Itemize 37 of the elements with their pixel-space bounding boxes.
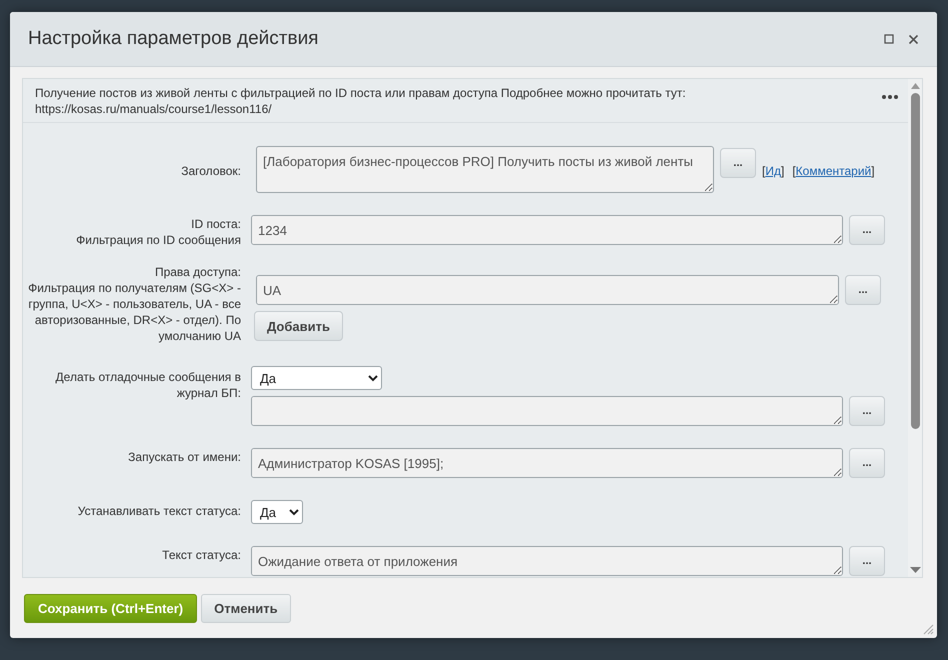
select-field[interactable]: Да	[251, 500, 303, 524]
window-title: Настройка параметров действия	[28, 26, 320, 51]
bracket-link[interactable]: [Ид]	[762, 162, 784, 180]
scrollbar[interactable]	[908, 79, 922, 577]
field-label: Фильтрация по ID сообщения	[75, 232, 241, 248]
more-button[interactable]: ...	[849, 396, 885, 426]
field-label: Заголовок:	[180, 163, 241, 180]
input-field[interactable]: UA	[256, 275, 839, 306]
field-label: Запускать от имени:	[127, 449, 241, 466]
input-field[interactable]	[251, 396, 843, 426]
field-label: Делать отладочные сообщения в журнал БП:	[54, 369, 241, 402]
more-button[interactable]: ...	[845, 275, 881, 306]
more-button[interactable]: ...	[720, 148, 756, 178]
maximize-icon[interactable]	[884, 34, 894, 44]
field-label: Фильтрация по получателям (SG<X> - группа, U<X> - пользователь, UA - все авторизованные, DR<X> - отдел). По умолчанию UA	[27, 280, 241, 344]
more-button[interactable]: ...	[849, 546, 885, 576]
field-label: Устанавливать текст статуса:	[76, 503, 241, 520]
field-label: Текст статуса:	[161, 547, 241, 564]
resize-grip-icon[interactable]	[923, 624, 934, 635]
description-text: Получение постов из живой ленты с фильтрацией по ID поста или правам доступа Подробнее можно прочитать тут: https://kosas.ru/manuals/course1/lesson116/	[35, 85, 687, 118]
scroll-up-icon[interactable]	[910, 83, 920, 89]
input-field[interactable]: Ожидание ответа от приложения	[251, 546, 843, 576]
field-label: Права доступа:	[154, 264, 241, 280]
cancel-button[interactable]: Отменить	[201, 594, 291, 623]
input-field[interactable]: [Лаборатория бизнес-процессов PRO] Получить посты из живой ленты	[256, 146, 714, 194]
close-icon[interactable]	[908, 34, 919, 44]
scroll-down-icon[interactable]	[910, 567, 920, 573]
scrollbar-thumb[interactable]	[910, 93, 920, 429]
input-field[interactable]: 1234	[251, 215, 843, 246]
add-button[interactable]: Добавить	[254, 311, 343, 342]
more-icon[interactable]	[882, 95, 898, 99]
field-label: ID поста:	[190, 216, 241, 232]
input-field[interactable]: Администратор KOSAS [1995];	[251, 448, 843, 478]
select-field[interactable]: Да	[251, 366, 382, 390]
more-button[interactable]: ...	[849, 448, 885, 478]
bracket-link[interactable]: [Комментарий]	[792, 162, 875, 180]
more-button[interactable]: ...	[849, 215, 885, 246]
